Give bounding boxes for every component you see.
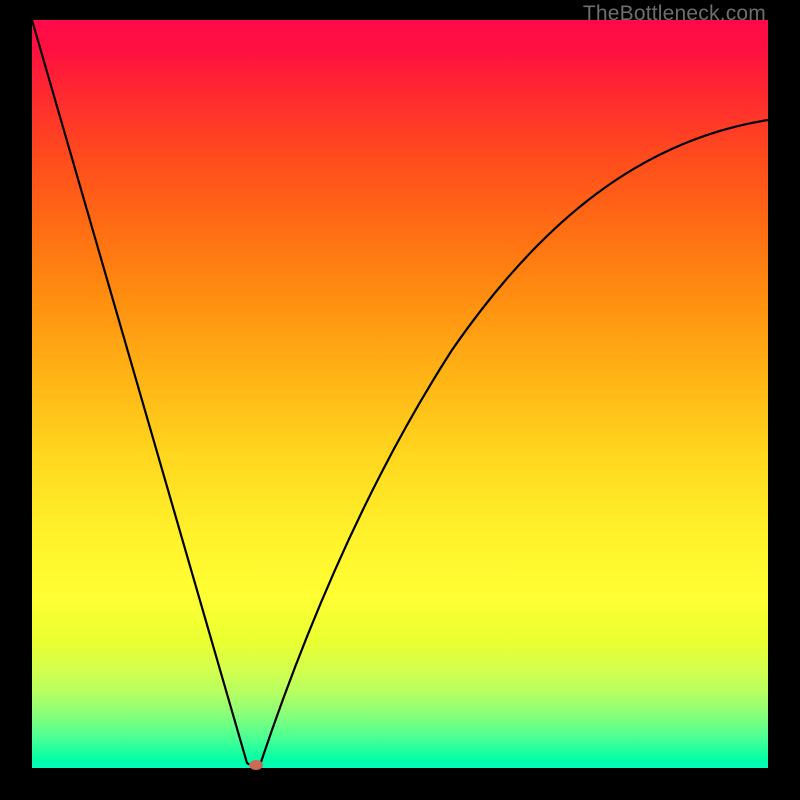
chart-container: TheBottleneck.com bbox=[0, 0, 800, 800]
curve-layer bbox=[32, 20, 768, 768]
plot-area bbox=[32, 20, 768, 768]
minimum-marker bbox=[249, 760, 263, 770]
bottleneck-curve bbox=[32, 20, 768, 765]
watermark-text: TheBottleneck.com bbox=[583, 2, 766, 26]
